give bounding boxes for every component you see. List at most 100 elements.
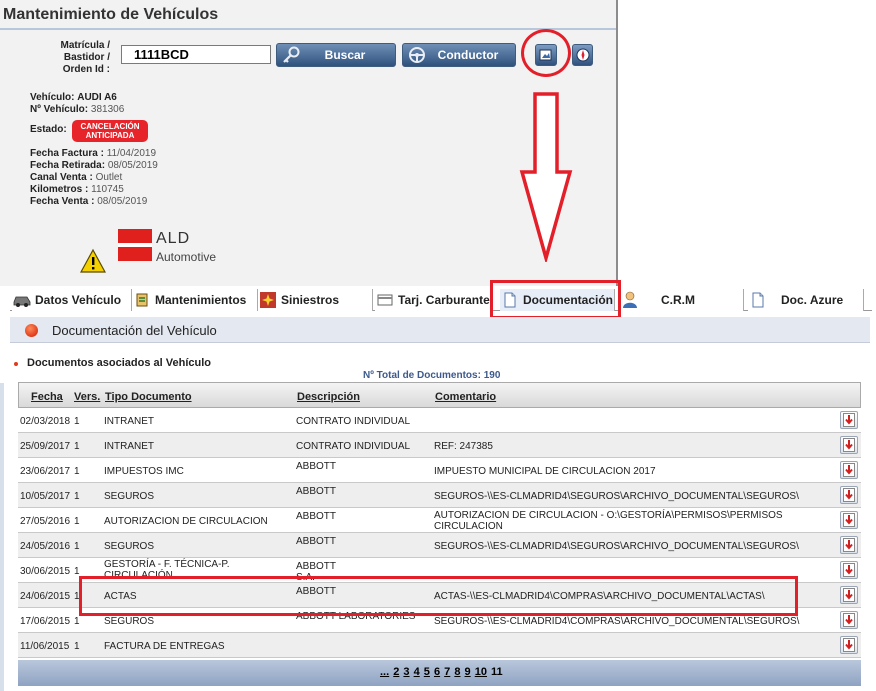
pagination-bar: ... 2 3 4 5 6 7 8 9 10 11 <box>18 660 861 686</box>
cell-date: 24/05/2016 <box>20 541 71 552</box>
retired-date: Fecha Retirada: 08/05/2019 <box>30 160 158 172</box>
tab-doc-azure[interactable]: Doc. Azure <box>748 289 864 311</box>
cell-comment: SEGUROS-\\ES-CLMADRID4\COMPRAS\ARCHIVO_D… <box>434 616 800 627</box>
cell-comment: REF: 247385 <box>434 441 493 452</box>
plate-search-input[interactable] <box>121 45 271 64</box>
invoice-date-label: Fecha Factura : <box>30 148 104 159</box>
fuel-card-icon <box>375 291 395 309</box>
page-link[interactable]: 6 <box>434 666 440 678</box>
pdf-download-icon <box>843 438 855 452</box>
col-header-description[interactable]: Descripción <box>297 391 360 403</box>
download-pdf-button[interactable] <box>840 586 858 604</box>
download-pdf-button[interactable] <box>840 611 858 629</box>
subsection-title: Documentos asociados al Vehículo <box>27 357 211 369</box>
search-button-label: Buscar <box>324 48 366 62</box>
tab-vehicle-data[interactable]: Datos Vehículo <box>12 289 132 311</box>
download-pdf-button[interactable] <box>840 486 858 504</box>
cell-date: 27/05/2016 <box>20 516 71 527</box>
tab-label: Mantenimientos <box>155 293 247 307</box>
cell-comment: AUTORIZACION DE CIRCULACION - O:\GESTORÍ… <box>434 510 783 532</box>
state-label: Estado: <box>30 124 67 135</box>
car-icon <box>12 291 32 309</box>
annotation-tab-highlight <box>490 280 621 319</box>
download-pdf-button[interactable] <box>840 561 858 579</box>
search-button[interactable]: Buscar <box>276 43 396 67</box>
tab-label: Datos Vehículo <box>35 293 122 307</box>
annotation-arrow <box>519 92 573 262</box>
cell-version: 1 <box>74 641 80 652</box>
download-pdf-button[interactable] <box>840 436 858 454</box>
page-link[interactable]: 2 <box>393 666 399 678</box>
cell-version: 1 <box>74 516 80 527</box>
steering-wheel-icon <box>405 44 429 66</box>
cell-date: 23/06/2017 <box>20 466 71 477</box>
page-link[interactable]: 8 <box>454 666 460 678</box>
page-title: Mantenimiento de Vehículos <box>3 6 219 23</box>
annotation-row-highlight <box>79 576 798 616</box>
pdf-download-icon <box>843 538 855 552</box>
cell-comment: IMPUESTO MUNICIPAL DE CIRCULACION 2017 <box>434 466 656 477</box>
download-pdf-button[interactable] <box>840 461 858 479</box>
cell-date: 11/06/2015 <box>20 641 70 652</box>
page-link[interactable]: 4 <box>414 666 420 678</box>
tab-crm[interactable]: C.R.M <box>620 289 744 311</box>
page-link[interactable]: 9 <box>465 666 471 678</box>
page-link[interactable]: 3 <box>403 666 409 678</box>
table-row: 02/03/2018 1 INTRANET CONTRATO INDIVIDUA… <box>18 408 861 433</box>
cell-version: 1 <box>74 466 80 477</box>
table-row: 23/06/2017 1 IMPUESTOS IMC ABBOTT IMPUES… <box>18 458 861 483</box>
tab-label: Doc. Azure <box>781 293 844 307</box>
cell-type: FACTURA DE ENTREGAS <box>104 641 225 652</box>
page-link[interactable]: 7 <box>444 666 450 678</box>
person-icon <box>620 291 640 309</box>
download-pdf-button[interactable] <box>840 511 858 529</box>
page-link[interactable]: 5 <box>424 666 430 678</box>
download-pdf-button[interactable] <box>840 411 858 429</box>
cell-description-line: ABBOTT <box>296 561 337 572</box>
cell-description: CONTRATO INDIVIDUAL <box>296 441 411 452</box>
section-title: Documentación del Vehículo <box>52 323 217 338</box>
total-documents: Nº Total de Documentos: 190 <box>363 370 501 381</box>
col-header-comment[interactable]: Comentario <box>435 391 496 403</box>
cell-type: SEGUROS <box>104 541 155 552</box>
pdf-download-icon <box>843 638 855 652</box>
pdf-download-icon <box>843 613 855 627</box>
table-header: Fecha Vers. Tipo Documento Descripción C… <box>18 382 861 408</box>
invoice-date-value: 11/04/2019 <box>106 148 157 159</box>
subsection-bullet-icon <box>14 362 18 366</box>
compass-icon <box>576 48 589 62</box>
cell-comment-line: AUTORIZACION DE CIRCULACION - O:\GESTORÍ… <box>434 510 783 521</box>
col-header-date[interactable]: Fecha <box>31 391 63 403</box>
download-pdf-button[interactable] <box>840 536 858 554</box>
page-link[interactable]: 10 <box>475 666 487 678</box>
pdf-download-icon <box>843 588 855 602</box>
cell-type: INTRANET <box>104 416 154 427</box>
download-pdf-button[interactable] <box>840 636 858 654</box>
section-bullet-icon <box>25 324 38 337</box>
tab-maintenance[interactable]: Mantenimientos <box>132 289 258 311</box>
col-header-version[interactable]: Vers. <box>74 391 100 403</box>
col-header-type[interactable]: Tipo Documento <box>105 391 192 403</box>
status-badge-line: ANTICIPADA <box>85 131 135 140</box>
cell-comment-line: CIRCULACION <box>434 521 503 532</box>
claims-icon <box>258 291 278 309</box>
compass-button[interactable] <box>572 44 593 66</box>
tab-label: C.R.M <box>661 293 695 307</box>
cell-comment: SEGUROS-\\ES-CLMADRID4\SEGUROS\ARCHIVO_D… <box>434 491 799 502</box>
page-link-previous[interactable]: ... <box>380 666 389 678</box>
driver-button[interactable]: Conductor <box>402 43 516 67</box>
table-row: 27/05/2016 1 AUTORIZACION DE CIRCULACION… <box>18 508 861 533</box>
title-divider <box>0 28 616 30</box>
cell-type: SEGUROS <box>104 491 155 502</box>
tab-fuel-card[interactable]: Tarj. Carburante <box>375 289 492 311</box>
cell-date: 30/06/2015 <box>20 566 71 577</box>
ald-logo <box>118 229 152 261</box>
table-row: 11/06/2015 1 FACTURA DE ENTREGAS <box>18 633 861 658</box>
cell-type: AUTORIZACION DE CIRCULACION <box>104 516 268 527</box>
pdf-download-icon <box>843 463 855 477</box>
tab-claims[interactable]: Siniestros <box>258 289 373 311</box>
table-row: 24/05/2016 1 SEGUROS ABBOTT SEGUROS-\\ES… <box>18 533 861 558</box>
pdf-download-icon <box>843 488 855 502</box>
status-badge-line: CANCELACIÓN <box>80 122 140 131</box>
vehicle-name-value: AUDI A6 <box>77 92 117 103</box>
